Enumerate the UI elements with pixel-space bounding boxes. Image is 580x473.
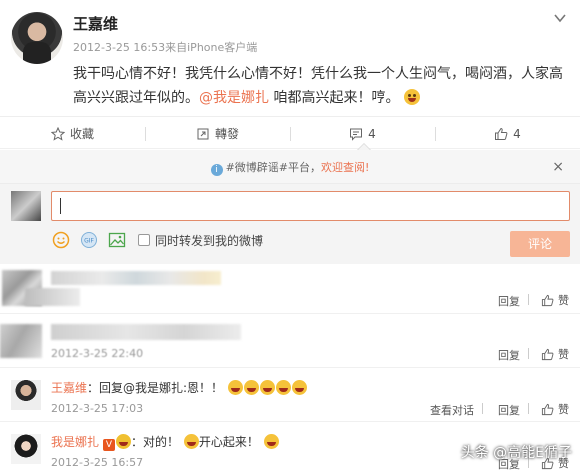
notice-text: i #微博辟谣#平台，欢迎查阅! xyxy=(0,159,580,176)
comment-time: 2012-3-25 22:40 xyxy=(51,347,144,360)
avatar[interactable] xyxy=(0,324,42,358)
blurred-comment-time xyxy=(25,288,80,306)
smile-emoji-icon xyxy=(183,434,199,449)
svg-text:GIF: GIF xyxy=(84,238,94,245)
laugh-emoji-icon xyxy=(227,380,243,395)
comment-input[interactable] xyxy=(51,191,570,221)
comment-text: 王嘉维：回复@我是娜扎:恩！！ xyxy=(51,379,307,396)
post-author-name[interactable]: 王嘉维 xyxy=(73,13,118,34)
like-label: 赞 xyxy=(558,403,569,416)
blurred-comment-text xyxy=(51,324,241,340)
repost-button[interactable]: 轉發 xyxy=(145,117,290,150)
comment-time: 2012-3-25 17:03 xyxy=(51,402,144,415)
comment-like-button[interactable]: 赞 xyxy=(541,346,569,362)
laugh-emoji-icon xyxy=(291,380,307,395)
verified-badge-icon: V xyxy=(103,439,116,451)
post-action-bar: 收藏 轉發 4 4 xyxy=(0,116,580,149)
comment-body: ：对的！ xyxy=(131,435,180,449)
reply-link[interactable]: 回复 xyxy=(498,402,520,418)
post-text-end: 咱都高兴起来！哼。 xyxy=(269,90,400,106)
like-count: 4 xyxy=(513,126,521,141)
comment-item: 王嘉维：回复@我是娜扎:恩！！ 2012-3-25 17:03 查看对话 回复 … xyxy=(0,368,580,422)
comment-count: 4 xyxy=(368,126,376,141)
divider xyxy=(528,294,529,305)
comment-author[interactable]: 王嘉维 xyxy=(51,381,87,395)
thumbs-up-icon xyxy=(541,403,554,415)
post-mention-link[interactable]: @我是娜扎 xyxy=(199,90,269,106)
emoji-picker-icon[interactable] xyxy=(52,231,70,249)
divider xyxy=(528,403,529,414)
submit-comment-button[interactable]: 评论 xyxy=(510,231,570,257)
notice-link[interactable]: 欢迎查阅! xyxy=(321,161,369,174)
comment-icon xyxy=(350,128,363,141)
comment-body-end: 开心起来！ xyxy=(198,435,259,449)
thumbs-up-icon xyxy=(541,348,554,360)
laugh-emoji-icon xyxy=(275,380,291,395)
comment-body: ：回复@我是娜扎:恩！！ xyxy=(87,381,224,395)
gif-icon[interactable]: GIF xyxy=(80,231,98,249)
blurred-comment-text xyxy=(51,271,221,285)
view-conversation-link[interactable]: 查看对话 xyxy=(430,402,474,418)
crown-emoji-icon xyxy=(116,434,132,449)
laugh-emoji-icon xyxy=(259,380,275,395)
post-text: 我干吗心情不好！我凭什么心情不好！凭什么我一个人生闷气，喝闷酒，人家高高兴兴跟过… xyxy=(73,62,573,110)
comment-author[interactable]: 我是娜扎 xyxy=(51,435,99,449)
comment-like-button[interactable]: 赞 xyxy=(541,401,569,417)
laugh-emoji-icon xyxy=(243,380,259,395)
comment-time: 2012-3-25 16:57 xyxy=(51,456,144,469)
comment-item: 回复 赞 xyxy=(0,264,580,314)
sync-repost-label: 同时转发到我的微博 xyxy=(155,234,264,248)
rumor-notice-banner: i #微博辟谣#平台，欢迎查阅! × xyxy=(0,150,580,184)
like-label: 赞 xyxy=(558,348,569,361)
sync-repost-checkbox[interactable] xyxy=(138,234,150,246)
favorite-button[interactable]: 收藏 xyxy=(0,117,145,150)
close-icon[interactable]: × xyxy=(552,159,564,175)
grin-emoji-icon xyxy=(403,89,420,105)
reply-link[interactable]: 回复 xyxy=(498,293,520,309)
info-icon: i xyxy=(210,164,223,176)
divider xyxy=(482,403,483,414)
author-avatar[interactable] xyxy=(11,12,63,64)
favorite-label: 收藏 xyxy=(69,127,94,141)
like-label: 赞 xyxy=(558,294,569,307)
text-cursor xyxy=(60,198,61,214)
watermark-text: 头条 @高能E循子 xyxy=(460,445,572,461)
post-meta: 2012-3-25 16:53来自iPhone客户端 xyxy=(73,41,258,54)
shocked-emoji-icon xyxy=(263,434,279,449)
avatar[interactable] xyxy=(11,380,41,410)
image-icon[interactable] xyxy=(108,231,126,249)
avatar[interactable] xyxy=(11,434,41,464)
comment-composer: GIF 同时转发到我的微博 评论 xyxy=(0,184,580,264)
notice-prefix: #微博辟谣#平台， xyxy=(225,161,321,174)
comment-panel-caret xyxy=(357,143,371,150)
thumbs-up-icon xyxy=(495,127,508,140)
chevron-down-icon[interactable] xyxy=(552,10,568,26)
comment-item: 2012-3-25 22:40 回复 赞 xyxy=(0,314,580,368)
current-user-avatar xyxy=(11,191,41,221)
repost-icon xyxy=(197,128,209,139)
divider xyxy=(528,348,529,359)
weibo-post: 王嘉维 2012-3-25 16:53来自iPhone客户端 我干吗心情不好！我… xyxy=(0,0,580,115)
star-icon xyxy=(50,126,65,141)
comment-text: 我是娜扎 V ：对的！ 开心起来！ xyxy=(51,433,279,451)
like-button[interactable]: 4 xyxy=(435,117,580,150)
reply-link[interactable]: 回复 xyxy=(498,347,520,363)
comment-like-button[interactable]: 赞 xyxy=(541,292,569,308)
repost-label: 轉發 xyxy=(214,127,239,141)
thumbs-up-icon xyxy=(541,294,554,306)
